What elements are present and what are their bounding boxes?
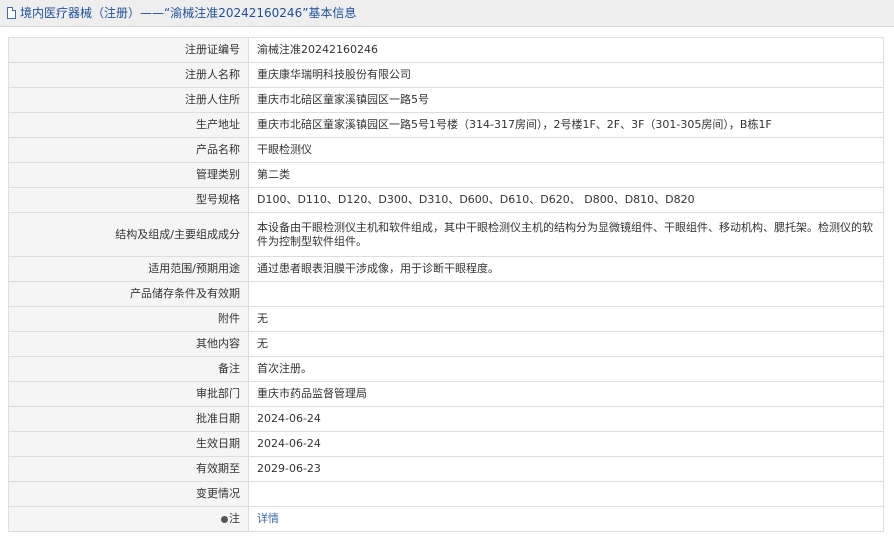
row-label: 其他内容	[8, 331, 249, 357]
detail-link[interactable]: 详情	[257, 512, 279, 525]
row-label: 产品储存条件及有效期	[8, 281, 249, 307]
table-row: 附件 无	[8, 306, 884, 332]
note-row: 注 详情	[8, 506, 884, 532]
row-label: 审批部门	[8, 381, 249, 407]
table-row: 结构及组成/主要组成成分 本设备由干眼检测仪主机和软件组成，其中干眼检测仪主机的…	[8, 212, 884, 257]
table-row: 生产地址 重庆市北碚区童家溪镇园区一路5号1号楼（314-317房间），2号楼1…	[8, 112, 884, 138]
row-label: 变更情况	[8, 481, 249, 507]
table-row: 管理类别 第二类	[8, 162, 884, 188]
row-value: 2024-06-24	[248, 406, 884, 432]
table-row: 生效日期 2024-06-24	[8, 431, 884, 457]
row-value: 无	[248, 306, 884, 332]
table-row: 适用范围/预期用途 通过患者眼表泪膜干涉成像，用于诊断干眼程度。	[8, 256, 884, 282]
row-label: 有效期至	[8, 456, 249, 482]
row-value: 重庆市北碚区童家溪镇园区一路5号	[248, 87, 884, 113]
row-label: 备注	[8, 356, 249, 382]
note-value-cell: 详情	[248, 506, 884, 532]
note-label: 注	[229, 512, 240, 525]
row-label: 生效日期	[8, 431, 249, 457]
table-row: 变更情况	[8, 481, 884, 507]
row-value: 重庆市药品监督管理局	[248, 381, 884, 407]
row-label: 注册证编号	[8, 37, 249, 63]
table-row: 注册人住所 重庆市北碚区童家溪镇园区一路5号	[8, 87, 884, 113]
page-header: 境内医疗器械（注册）——“渝械注准20242160246”基本信息	[0, 0, 894, 27]
row-value: 2029-06-23	[248, 456, 884, 482]
row-value: 重庆市北碚区童家溪镇园区一路5号1号楼（314-317房间），2号楼1F、2F、…	[248, 112, 884, 138]
document-icon	[7, 7, 16, 19]
note-label-cell: 注	[8, 506, 249, 532]
row-label: 注册人名称	[8, 62, 249, 88]
row-value: 第二类	[248, 162, 884, 188]
row-value: D100、D110、D120、D300、D310、D600、D610、D620、…	[248, 187, 884, 213]
table-row: 有效期至 2029-06-23	[8, 456, 884, 482]
table-row: 注册证编号 渝械注准20242160246	[8, 37, 884, 63]
page-title: 境内医疗器械（注册）——“渝械注准20242160246”基本信息	[20, 6, 357, 20]
table-row: 其他内容 无	[8, 331, 884, 357]
table-row: 审批部门 重庆市药品监督管理局	[8, 381, 884, 407]
row-value: 无	[248, 331, 884, 357]
table-row: 型号规格 D100、D110、D120、D300、D310、D600、D610、…	[8, 187, 884, 213]
row-label: 生产地址	[8, 112, 249, 138]
row-value	[248, 481, 884, 507]
row-value: 重庆康华瑞明科技股份有限公司	[248, 62, 884, 88]
row-value: 2024-06-24	[248, 431, 884, 457]
table-row: 产品名称 干眼检测仪	[8, 137, 884, 163]
row-value	[248, 281, 884, 307]
table-row: 备注 首次注册。	[8, 356, 884, 382]
row-value: 通过患者眼表泪膜干涉成像，用于诊断干眼程度。	[248, 256, 884, 282]
row-value: 渝械注准20242160246	[248, 37, 884, 63]
row-label: 型号规格	[8, 187, 249, 213]
info-table: 注册证编号 渝械注准20242160246 注册人名称 重庆康华瑞明科技股份有限…	[8, 37, 884, 532]
row-label: 产品名称	[8, 137, 249, 163]
pin-icon	[221, 516, 228, 523]
row-label: 结构及组成/主要组成成分	[8, 212, 249, 257]
row-label: 适用范围/预期用途	[8, 256, 249, 282]
table-row: 注册人名称 重庆康华瑞明科技股份有限公司	[8, 62, 884, 88]
row-value: 本设备由干眼检测仪主机和软件组成，其中干眼检测仪主机的结构分为显微镜组件、干眼组…	[248, 212, 884, 257]
row-value: 首次注册。	[248, 356, 884, 382]
table-row: 批准日期 2024-06-24	[8, 406, 884, 432]
row-label: 批准日期	[8, 406, 249, 432]
table-row: 产品储存条件及有效期	[8, 281, 884, 307]
row-label: 注册人住所	[8, 87, 249, 113]
row-label: 管理类别	[8, 162, 249, 188]
row-label: 附件	[8, 306, 249, 332]
row-value: 干眼检测仪	[248, 137, 884, 163]
